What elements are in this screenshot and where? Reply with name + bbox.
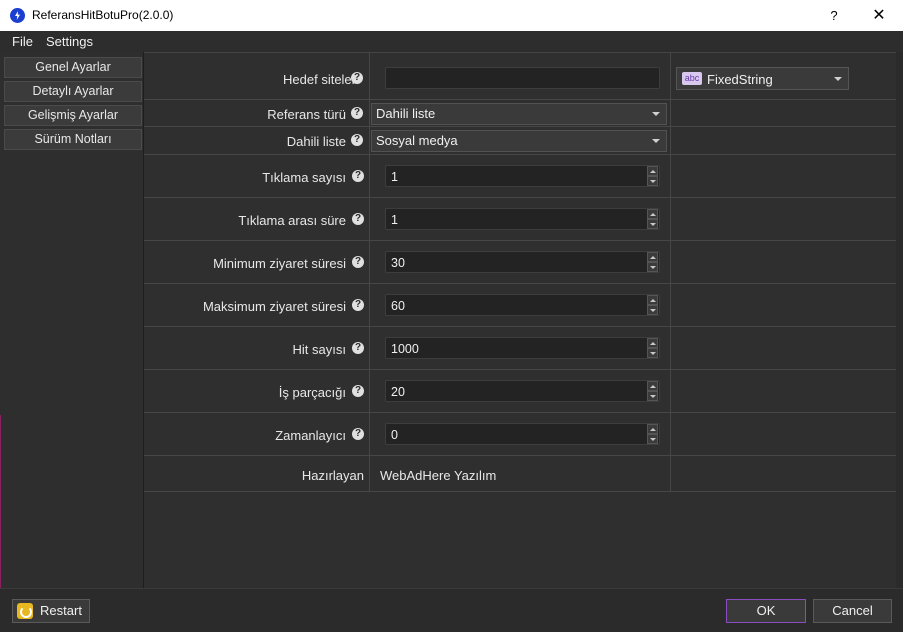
cancel-button[interactable]: Cancel: [813, 599, 892, 623]
referans-turu-label: Referans türü: [267, 107, 346, 122]
tiklama-arasi-sure-value: 1: [391, 213, 398, 227]
referans-turu-select[interactable]: Dahili liste: [371, 103, 667, 125]
chevron-down-icon: [834, 77, 842, 81]
tiklama-sayisi-spinbox[interactable]: 1: [385, 165, 660, 187]
restart-icon: [17, 603, 33, 619]
help-icon[interactable]: ?: [351, 107, 363, 119]
help-icon[interactable]: ?: [352, 170, 364, 182]
spin-up-icon[interactable]: [647, 381, 658, 391]
menu-bar: File Settings: [0, 31, 903, 52]
spin-down-icon[interactable]: [647, 305, 658, 315]
zamanlayici-spinbox[interactable]: 0: [385, 423, 660, 445]
spin-up-icon[interactable]: [647, 295, 658, 305]
help-button[interactable]: ?: [823, 0, 845, 31]
sidebar: Genel Ayarlar Detaylı Ayarlar Gelişmiş A…: [0, 52, 144, 588]
row-tiklama-sayisi: Tıklama sayısı ? 1: [144, 155, 896, 198]
help-icon[interactable]: ?: [352, 299, 364, 311]
zamanlayici-value: 0: [391, 428, 398, 442]
spin-up-icon[interactable]: [647, 166, 658, 176]
restart-label: Restart: [40, 603, 82, 618]
app-logo-icon: [10, 8, 25, 23]
string-type-icon: abc: [682, 72, 702, 85]
help-icon[interactable]: ?: [352, 428, 364, 440]
spin-down-icon[interactable]: [647, 262, 658, 272]
spin-down-icon[interactable]: [647, 348, 658, 358]
menu-file[interactable]: File: [12, 34, 33, 49]
hit-sayisi-spinbox[interactable]: 1000: [385, 337, 660, 359]
dahili-liste-label: Dahili liste: [286, 134, 346, 149]
sidebar-item-gelismis-ayarlar[interactable]: Gelişmiş Ayarlar: [4, 105, 142, 126]
maksimum-ziyaret-suresi-spinbox[interactable]: 60: [385, 294, 660, 316]
minimum-ziyaret-suresi-label: Minimum ziyaret süresi: [213, 256, 346, 271]
help-icon[interactable]: ?: [352, 256, 364, 268]
dahili-liste-select[interactable]: Sosyal medya: [371, 130, 667, 152]
hit-sayisi-label: Hit sayısı: [292, 342, 346, 357]
sidebar-item-genel-ayarlar[interactable]: Genel Ayarlar: [4, 57, 142, 78]
hit-sayisi-value: 1000: [391, 342, 419, 356]
chevron-down-icon: [652, 112, 660, 116]
help-icon[interactable]: ?: [351, 72, 363, 84]
window-title: ReferansHitBotuPro(2.0.0): [32, 8, 174, 22]
spin-up-icon[interactable]: [647, 338, 658, 348]
maksimum-ziyaret-suresi-label: Maksimum ziyaret süresi: [202, 299, 346, 314]
row-tiklama-arasi-sure: Tıklama arası süre ? 1: [144, 198, 896, 241]
chevron-down-icon: [652, 139, 660, 143]
row-minimum-ziyaret-suresi: Minimum ziyaret süresi ? 30: [144, 241, 896, 284]
help-icon[interactable]: ?: [351, 134, 363, 146]
spin-down-icon[interactable]: [647, 434, 658, 444]
value-type-label: FixedString: [707, 72, 773, 87]
hazirlayan-value: WebAdHere Yazılım: [380, 468, 497, 483]
sidebar-item-detayli-ayarlar[interactable]: Detaylı Ayarlar: [4, 81, 142, 102]
menu-settings[interactable]: Settings: [46, 34, 93, 49]
restart-button[interactable]: Restart: [12, 599, 90, 623]
close-button[interactable]: ✕: [862, 0, 896, 31]
tiklama-arasi-sure-spinbox[interactable]: 1: [385, 208, 660, 230]
hedef-siteler-input[interactable]: [385, 67, 660, 89]
row-dahili-liste: Dahili liste ? Sosyal medya: [144, 127, 896, 155]
dialog-button-bar: Restart OK Cancel: [0, 588, 903, 632]
referans-turu-value: Dahili liste: [376, 106, 436, 121]
row-referans-turu: Referans türü ? Dahili liste: [144, 100, 896, 127]
row-hazirlayan: Hazırlayan WebAdHere Yazılım: [144, 456, 896, 492]
sidebar-item-surum-notlari[interactable]: Sürüm Notları: [4, 129, 142, 150]
maksimum-ziyaret-suresi-value: 60: [391, 299, 405, 313]
zamanlayici-label: Zamanlayıcı: [275, 428, 346, 443]
settings-panel: Hedef siteler ? abc FixedString Referans…: [144, 52, 896, 588]
row-is-parcacigi: İş parçacığı ? 20: [144, 370, 896, 413]
help-icon[interactable]: ?: [352, 342, 364, 354]
hazirlayan-label: Hazırlayan: [301, 468, 364, 483]
tiklama-arasi-sure-label: Tıklama arası süre: [238, 213, 346, 228]
is-parcacigi-label: İş parçacığı: [278, 385, 346, 400]
row-zamanlayici: Zamanlayıcı ? 0: [144, 413, 896, 456]
spin-down-icon[interactable]: [647, 219, 658, 229]
help-icon[interactable]: ?: [352, 385, 364, 397]
row-hedef-siteler: Hedef siteler ? abc FixedString: [144, 53, 896, 100]
help-icon[interactable]: ?: [352, 213, 364, 225]
is-parcacigi-spinbox[interactable]: 20: [385, 380, 660, 402]
minimum-ziyaret-suresi-value: 30: [391, 256, 405, 270]
dahili-liste-value: Sosyal medya: [376, 133, 458, 148]
hedef-siteler-label: Hedef siteler: [283, 72, 356, 87]
spin-down-icon[interactable]: [647, 391, 658, 401]
ok-button[interactable]: OK: [726, 599, 806, 623]
spin-down-icon[interactable]: [647, 176, 658, 186]
value-type-select[interactable]: abc FixedString: [676, 67, 849, 90]
row-maksimum-ziyaret-suresi: Maksimum ziyaret süresi ? 60: [144, 284, 896, 327]
spin-up-icon[interactable]: [647, 252, 658, 262]
tiklama-sayisi-value: 1: [391, 170, 398, 184]
tiklama-sayisi-label: Tıklama sayısı: [262, 170, 346, 185]
spin-up-icon[interactable]: [647, 209, 658, 219]
minimum-ziyaret-suresi-spinbox[interactable]: 30: [385, 251, 660, 273]
spin-up-icon[interactable]: [647, 424, 658, 434]
row-hit-sayisi: Hit sayısı ? 1000: [144, 327, 896, 370]
is-parcacigi-value: 20: [391, 385, 405, 399]
title-bar: ReferansHitBotuPro(2.0.0) ? ✕: [0, 0, 903, 31]
